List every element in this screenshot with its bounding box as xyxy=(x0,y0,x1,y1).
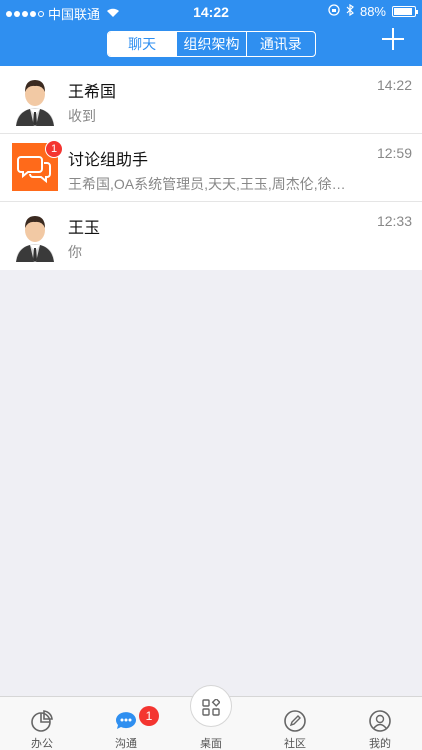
tab-organization[interactable]: 组织架构 xyxy=(176,32,245,56)
tab-mine[interactable]: 我的 xyxy=(338,697,422,750)
tab-contacts[interactable]: 通讯录 xyxy=(245,32,315,56)
person-avatar-icon xyxy=(12,74,58,126)
conversation-name: 王希国 xyxy=(68,84,117,101)
tab-desktop[interactable]: 桌面 xyxy=(169,697,253,750)
conversation-name: 讨论组助手 xyxy=(68,152,149,169)
conversation-list: 王希国 14:22 收到 1 讨论组助手 12:59 王希国,OA系统管理员,天… xyxy=(0,66,422,270)
bottom-tab-bar: 办公 沟通 桌面 社区 我的 xyxy=(0,685,422,750)
app-header: 中国联通 14:22 88% 聊天 组织架构 通讯录 xyxy=(0,0,422,66)
unread-badge: 1 xyxy=(45,140,63,158)
tab-label: 桌面 xyxy=(200,738,222,750)
conversation-time: 14:22 xyxy=(376,77,412,93)
tab-chat[interactable]: 聊天 xyxy=(108,32,177,56)
user-icon xyxy=(369,710,391,732)
conversation-preview: 你 xyxy=(68,244,82,260)
tab-office[interactable]: 办公 xyxy=(0,697,84,750)
conversation-row[interactable]: 王希国 14:22 收到 xyxy=(0,66,422,134)
battery-percent: 88% xyxy=(359,4,386,19)
pie-chart-icon xyxy=(31,710,53,732)
conversation-time: 12:59 xyxy=(376,145,412,161)
conversation-preview: 收到 xyxy=(68,108,96,124)
chat-segmented-control: 聊天 组织架构 通讯录 xyxy=(107,31,316,57)
lock-rotation-icon xyxy=(328,4,340,19)
plus-icon[interactable] xyxy=(382,28,404,50)
status-bar: 中国联通 14:22 88% xyxy=(0,0,422,22)
tab-label: 社区 xyxy=(284,738,306,750)
tab-unread-badge: 1 xyxy=(139,706,159,726)
tab-label: 办公 xyxy=(31,738,53,750)
chat-bubble-icon xyxy=(116,712,136,729)
battery-fill xyxy=(394,8,412,15)
conversation-row[interactable]: 1 讨论组助手 12:59 王希国,OA系统管理员,天天,王玉,周杰伦,徐… xyxy=(0,134,422,202)
battery-icon xyxy=(392,6,418,17)
tab-label: 我的 xyxy=(369,738,391,750)
conversation-row[interactable]: 王玉 12:33 你 xyxy=(0,202,422,270)
tab-community[interactable]: 社区 xyxy=(253,697,337,750)
conversation-preview: 王希国,OA系统管理员,天天,王玉,周杰伦,徐… xyxy=(68,176,346,192)
pencil-icon xyxy=(284,710,306,732)
status-right: 88% xyxy=(328,3,418,19)
bluetooth-icon xyxy=(346,3,354,19)
tab-label: 沟通 xyxy=(115,738,137,750)
person-avatar-icon xyxy=(12,210,58,262)
conversation-time: 12:33 xyxy=(376,213,412,229)
conversation-name: 王玉 xyxy=(68,220,101,237)
